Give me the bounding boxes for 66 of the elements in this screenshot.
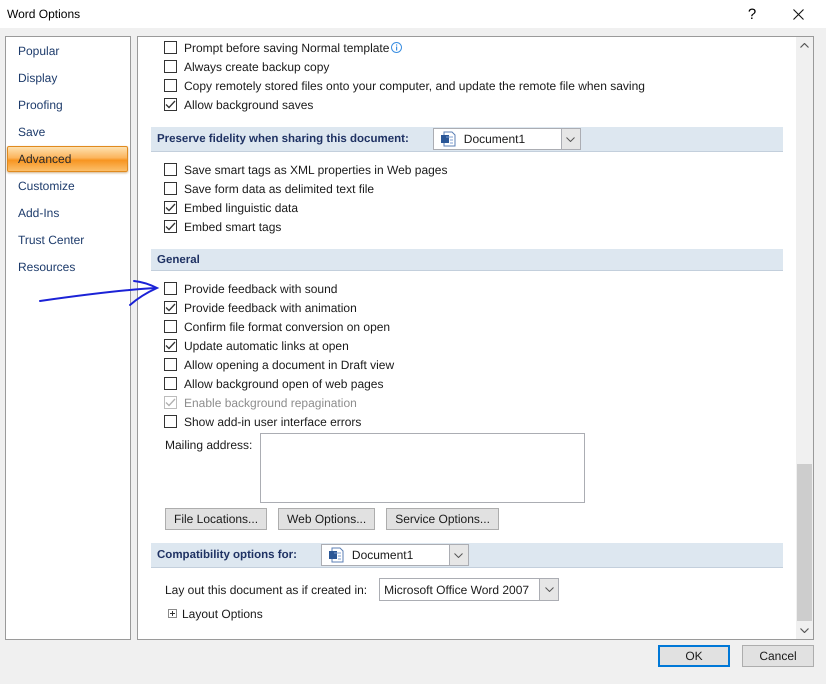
document-icon (440, 131, 456, 147)
options-button[interactable]: Web Options... (278, 508, 376, 530)
checkbox[interactable] (164, 415, 177, 428)
chevron-down-icon (800, 628, 809, 633)
checkbox-label[interactable]: Save smart tags as XML properties in Web pages (184, 162, 448, 176)
document-dropdown[interactable]: Document1 (432, 128, 581, 150)
chevron-down-icon (454, 552, 464, 558)
document-dropdown[interactable]: Document1 (320, 544, 469, 566)
sidebar-item[interactable]: Save (7, 119, 128, 145)
scrollbar-thumb[interactable] (797, 464, 812, 621)
options-button[interactable]: File Locations... (165, 508, 268, 530)
sidebar-item[interactable]: Add-Ins (7, 200, 128, 226)
sidebar-item[interactable]: Proofing (7, 92, 128, 118)
section-title: General (157, 254, 200, 266)
checkbox-label[interactable]: Embed linguistic data (184, 200, 298, 214)
chevron-down-icon (566, 136, 576, 142)
sidebar-item[interactable]: Resources (7, 254, 128, 280)
field-label: Mailing address: (165, 437, 254, 452)
checkbox-label[interactable]: Allow opening a document in Draft view (184, 358, 394, 372)
checkbox[interactable] (164, 98, 177, 111)
checkbox[interactable] (164, 79, 177, 92)
sidebar-item[interactable]: Trust Center (7, 227, 128, 253)
checkbox[interactable] (164, 220, 177, 233)
checkbox[interactable] (164, 301, 177, 314)
checkbox-label[interactable]: Provide feedback with animation (184, 300, 357, 314)
expand-icon[interactable] (168, 609, 177, 618)
checkbox[interactable] (164, 41, 177, 54)
dialog-button[interactable]: Cancel (742, 645, 814, 667)
checkbox[interactable] (164, 320, 177, 333)
document-icon (328, 547, 344, 563)
checkbox[interactable] (164, 163, 177, 176)
checkbox[interactable] (164, 182, 177, 195)
window-title: Word Options (7, 7, 80, 21)
chevron-down-icon (544, 587, 554, 592)
checkbox-label[interactable]: Allow background open of web pages (184, 376, 384, 390)
checkbox-label[interactable]: Save form data as delimited text file (184, 182, 374, 196)
help-button[interactable]: ? (729, 0, 775, 28)
checkbox[interactable] (164, 60, 177, 73)
checkbox[interactable] (164, 377, 177, 390)
section-title: Preserve fidelity when sharing this document: (157, 133, 409, 145)
checkbox-label[interactable]: Prompt before saving Normal template (184, 40, 390, 54)
expander-label[interactable]: Layout Options (182, 606, 263, 620)
close-icon (792, 8, 804, 20)
checkbox-label[interactable]: Provide feedback with sound (184, 282, 338, 296)
checkbox[interactable] (164, 358, 177, 371)
checkbox-label[interactable]: Embed smart tags (184, 220, 282, 234)
field-label: Lay out this document as if created in: (165, 582, 368, 596)
chevron-up-icon (800, 43, 809, 48)
checkbox-label[interactable]: Copy remotely stored files onto your computer, and update the remote file when saving (184, 78, 645, 92)
options-button[interactable]: Service Options... (386, 508, 499, 530)
dialog-button[interactable]: OK (658, 645, 730, 667)
checkbox-label[interactable]: Always create backup copy (184, 60, 330, 74)
sidebar-item[interactable]: Popular (7, 38, 128, 64)
checkbox[interactable] (164, 201, 177, 214)
checkbox-label[interactable]: Show add-in user interface errors (184, 414, 362, 428)
checkbox-label[interactable]: Allow background saves (184, 98, 314, 112)
section-title: Compatibility options for: (157, 549, 297, 561)
checkbox-label[interactable]: Confirm file format conversion on open (184, 320, 390, 334)
checkbox[interactable] (164, 282, 177, 295)
checkbox[interactable] (164, 339, 177, 352)
sidebar-item[interactable]: Customize (7, 173, 128, 199)
checkbox-label[interactable]: Update automatic links at open (184, 338, 349, 352)
version-dropdown[interactable]: Microsoft Office Word 2007 (379, 578, 560, 601)
mailing-address-field[interactable] (260, 433, 585, 503)
sidebar-item[interactable]: Display (7, 65, 128, 91)
sidebar-item[interactable]: Advanced (7, 146, 128, 172)
